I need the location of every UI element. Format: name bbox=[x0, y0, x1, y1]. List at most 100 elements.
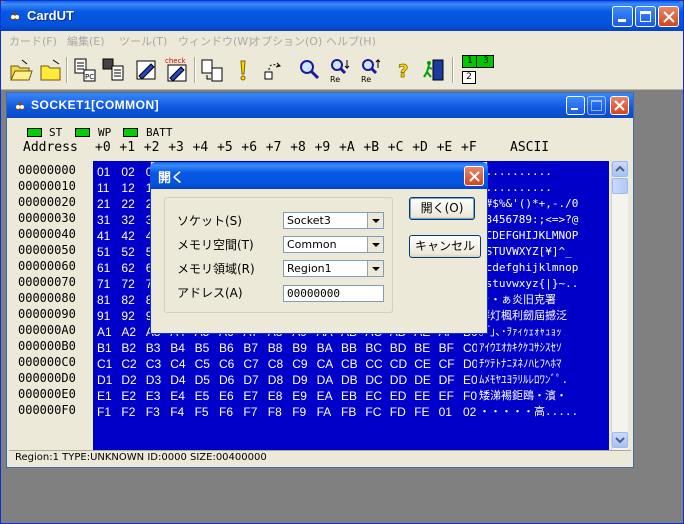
hex-cell[interactable]: FA bbox=[317, 404, 339, 420]
hex-cell[interactable]: DC bbox=[365, 372, 387, 388]
hex-cell[interactable]: 01 bbox=[97, 164, 119, 180]
hex-cell[interactable]: 91 bbox=[97, 308, 119, 324]
hex-cell[interactable]: EF bbox=[439, 388, 461, 404]
hex-cell[interactable]: C7 bbox=[243, 356, 265, 372]
scroll-up-button[interactable] bbox=[612, 161, 628, 177]
search-replace-up-button[interactable]: Re bbox=[358, 56, 384, 84]
hex-cell[interactable]: 92 bbox=[121, 308, 143, 324]
child-close-button[interactable] bbox=[610, 96, 629, 115]
menu-window[interactable]: ウィンドウ(W) bbox=[178, 33, 252, 49]
search-button[interactable] bbox=[296, 56, 322, 84]
hex-cell[interactable]: D1 bbox=[97, 372, 119, 388]
hex-cell[interactable]: F9 bbox=[292, 404, 314, 420]
hex-cell[interactable]: B8 bbox=[268, 340, 290, 356]
hex-cell[interactable]: D5 bbox=[195, 372, 217, 388]
hex-cell[interactable]: 51 bbox=[97, 244, 119, 260]
hex-cell[interactable]: F4 bbox=[170, 404, 192, 420]
memory-space-select[interactable]: Common bbox=[283, 236, 384, 253]
hex-cell[interactable]: D4 bbox=[170, 372, 192, 388]
hex-cell[interactable]: DE bbox=[414, 372, 436, 388]
hex-cell[interactable]: D7 bbox=[243, 372, 265, 388]
hex-cell[interactable]: A1 bbox=[97, 324, 119, 340]
hex-cell[interactable]: CA bbox=[317, 356, 339, 372]
hex-cell[interactable]: EB bbox=[341, 388, 363, 404]
hex-cell[interactable]: 02 bbox=[121, 164, 143, 180]
menu-tools[interactable]: ツール(T) bbox=[119, 33, 167, 49]
folder-button[interactable] bbox=[38, 56, 64, 84]
hex-cell[interactable]: F6 bbox=[219, 404, 241, 420]
hex-cell[interactable]: CC bbox=[365, 356, 387, 372]
help-button[interactable]: ? bbox=[391, 56, 417, 84]
hex-cell[interactable]: F1 bbox=[97, 404, 119, 420]
card-write-button[interactable] bbox=[133, 56, 159, 84]
address-input[interactable]: 00000000 bbox=[283, 285, 384, 302]
hex-cell[interactable]: D3 bbox=[146, 372, 168, 388]
hex-cell[interactable]: A2 bbox=[121, 324, 143, 340]
hex-cell[interactable]: 81 bbox=[97, 292, 119, 308]
hex-cell[interactable]: BF bbox=[439, 340, 461, 356]
hex-cell[interactable]: E6 bbox=[219, 388, 241, 404]
hex-cell[interactable]: B1 bbox=[97, 340, 119, 356]
hex-cell[interactable]: F5 bbox=[195, 404, 217, 420]
open-folder-button[interactable] bbox=[8, 56, 34, 84]
open-button[interactable]: 開く(O) bbox=[409, 197, 475, 220]
hex-cell[interactable]: E3 bbox=[146, 388, 168, 404]
hex-cell[interactable]: DB bbox=[341, 372, 363, 388]
hex-cell[interactable]: 42 bbox=[121, 228, 143, 244]
hex-cell[interactable]: E7 bbox=[243, 388, 265, 404]
hex-cell[interactable]: FE bbox=[414, 404, 436, 420]
hex-cell[interactable]: C6 bbox=[219, 356, 241, 372]
hex-cell[interactable]: 82 bbox=[121, 292, 143, 308]
convert-button[interactable] bbox=[199, 56, 225, 84]
hex-cell[interactable]: F8 bbox=[268, 404, 290, 420]
hex-cell[interactable]: FB bbox=[341, 404, 363, 420]
hex-cell[interactable]: C8 bbox=[268, 356, 290, 372]
dialog-title-bar[interactable]: 開く bbox=[150, 162, 488, 189]
hex-cell[interactable]: EA bbox=[317, 388, 339, 404]
hex-cell[interactable]: F2 bbox=[121, 404, 143, 420]
memory-region-select[interactable]: Region1 bbox=[283, 260, 384, 277]
card-check-button[interactable]: check bbox=[164, 56, 190, 84]
card-copy-button[interactable] bbox=[100, 56, 126, 84]
hex-cell[interactable]: D2 bbox=[121, 372, 143, 388]
hex-cell[interactable]: D8 bbox=[268, 372, 290, 388]
exit-button[interactable] bbox=[421, 56, 447, 84]
card-to-pc-button[interactable]: PC bbox=[71, 56, 97, 84]
hex-cell[interactable]: EE bbox=[414, 388, 436, 404]
hex-cell[interactable]: 22 bbox=[121, 196, 143, 212]
hex-cell[interactable]: 02 bbox=[463, 404, 477, 420]
hex-cell[interactable]: C9 bbox=[292, 356, 314, 372]
hex-cell[interactable]: 41 bbox=[97, 228, 119, 244]
hex-cell[interactable]: CD bbox=[390, 356, 412, 372]
hex-cell[interactable]: FD bbox=[390, 404, 412, 420]
hex-cell[interactable]: C0 bbox=[463, 340, 477, 356]
hex-cell[interactable]: DA bbox=[317, 372, 339, 388]
hex-cell[interactable]: BB bbox=[341, 340, 363, 356]
hex-cell[interactable]: E9 bbox=[292, 388, 314, 404]
menu-edit[interactable]: 編集(E) bbox=[67, 33, 105, 49]
hex-cell[interactable]: B2 bbox=[121, 340, 143, 356]
hex-cell[interactable]: D6 bbox=[219, 372, 241, 388]
cancel-button[interactable]: キャンセル bbox=[409, 235, 481, 258]
alert-button[interactable] bbox=[230, 56, 256, 84]
hex-cell[interactable]: 01 bbox=[439, 404, 461, 420]
hex-cell[interactable]: ED bbox=[390, 388, 412, 404]
menu-help[interactable]: ヘルプ(H) bbox=[326, 33, 376, 49]
hex-cell[interactable]: F0 bbox=[463, 388, 477, 404]
hex-cell[interactable]: C4 bbox=[170, 356, 192, 372]
hex-cell[interactable]: E0 bbox=[463, 372, 477, 388]
socket-select[interactable]: Socket3 bbox=[283, 212, 384, 229]
hex-cell[interactable]: E8 bbox=[268, 388, 290, 404]
hex-cell[interactable]: CB bbox=[341, 356, 363, 372]
minimize-button[interactable] bbox=[612, 6, 633, 27]
scroll-down-button[interactable] bbox=[612, 432, 628, 448]
jump-button[interactable] bbox=[260, 56, 286, 84]
hex-cell[interactable]: D0 bbox=[463, 356, 477, 372]
hex-cell[interactable]: DD bbox=[390, 372, 412, 388]
chevron-down-icon[interactable] bbox=[367, 237, 383, 252]
hex-cell[interactable]: D9 bbox=[292, 372, 314, 388]
hex-cell[interactable]: F3 bbox=[146, 404, 168, 420]
vertical-scrollbar[interactable] bbox=[611, 161, 628, 450]
hex-cell[interactable]: DF bbox=[439, 372, 461, 388]
hex-cell[interactable]: FC bbox=[365, 404, 387, 420]
